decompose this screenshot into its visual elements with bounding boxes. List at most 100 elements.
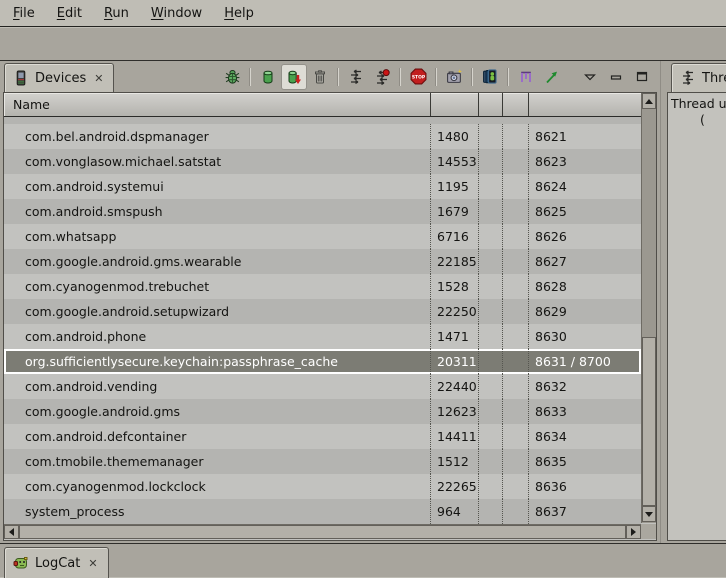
horizontal-scrollbar-thumb[interactable]: [19, 525, 626, 539]
cell-pid: 12623: [430, 399, 478, 424]
tab-devices-label: Devices: [35, 71, 86, 86]
minimize-icon[interactable]: [604, 65, 628, 89]
cell-port: 8637: [528, 499, 641, 524]
cell-status-2: [502, 349, 528, 374]
cell-port: 8627: [528, 249, 641, 274]
cell-pid: 22185: [430, 249, 478, 274]
view-menu-icon[interactable]: [578, 65, 602, 89]
table-row[interactable]: com.android.phone14718630: [4, 324, 641, 349]
cell-status-2: [502, 299, 528, 324]
cell-client-name: com.android.systemui: [4, 174, 430, 199]
table-row[interactable]: com.android.systemui11958624: [4, 174, 641, 199]
update-heap-icon[interactable]: [256, 65, 280, 89]
cell-pid: 14411: [430, 424, 478, 449]
table-row[interactable]: com.google.android.gms.wearable221858627: [4, 249, 641, 274]
tab-threads-label: Threads: [702, 71, 726, 86]
cell-status-1: [478, 174, 502, 199]
partially-scrolled-row[interactable]: [4, 117, 641, 124]
cell-status-1: [478, 249, 502, 274]
cell-status-1: [478, 124, 502, 149]
menu-help[interactable]: Help: [213, 0, 265, 27]
scroll-right-button[interactable]: [626, 525, 641, 539]
scroll-down-button[interactable]: [642, 506, 656, 522]
opengl-trace-icon[interactable]: [540, 65, 564, 89]
ddms-window: { "menu": { "items": ["File", "Edit", "R…: [0, 0, 726, 577]
column-header-port[interactable]: [528, 93, 641, 116]
table-row[interactable]: com.android.defcontainer144118634: [4, 424, 641, 449]
start-method-profiling-icon[interactable]: [370, 65, 394, 89]
cell-client-name: com.google.android.setupwizard: [4, 299, 430, 324]
cell-port: 8623: [528, 149, 641, 174]
devices-table: Name com.bel.android.dspmanager14808621c…: [3, 92, 657, 541]
tab-logcat-close-icon[interactable]: ✕: [86, 557, 99, 570]
multi-device-capture-icon[interactable]: [478, 65, 502, 89]
cell-status-2: [502, 124, 528, 149]
table-row[interactable]: com.tmobile.thememanager15128635: [4, 449, 641, 474]
cell-port: 8632: [528, 374, 641, 399]
vertical-scrollbar-thumb[interactable]: [642, 337, 656, 506]
cell-client-name: org.sufficientlysecure.keychain:passphra…: [4, 349, 430, 374]
scroll-up-button[interactable]: [642, 93, 656, 109]
table-row[interactable]: com.bel.android.dspmanager14808621: [4, 124, 641, 149]
cell-client-name: com.cyanogenmod.trebuchet: [4, 274, 430, 299]
table-row[interactable]: com.android.smspush16798625: [4, 199, 641, 224]
table-row[interactable]: com.android.vending224408632: [4, 374, 641, 399]
table-row[interactable]: com.vonglasow.michael.satstat145538623: [4, 149, 641, 174]
column-header-name[interactable]: Name: [4, 93, 430, 116]
table-row[interactable]: com.google.android.setupwizard222508629: [4, 299, 641, 324]
column-header-pid[interactable]: [430, 93, 478, 116]
cell-status-2: [502, 199, 528, 224]
toolbar-separator: [507, 68, 509, 86]
menu-bar: FileEditRunWindowHelp: [0, 0, 726, 27]
cell-port: 8633: [528, 399, 641, 424]
tab-logcat[interactable]: LogCat ✕: [4, 547, 109, 578]
table-row[interactable]: com.cyanogenmod.trebuchet15288628: [4, 274, 641, 299]
menu-file[interactable]: File: [2, 0, 46, 27]
cell-status-2: [502, 399, 528, 424]
table-header[interactable]: Name: [4, 93, 641, 117]
cell-status-1: [478, 299, 502, 324]
scroll-left-button[interactable]: [4, 525, 19, 539]
cell-status-1: [478, 349, 502, 374]
cell-pid: 1528: [430, 274, 478, 299]
table-row[interactable]: com.google.android.gms126238633: [4, 399, 641, 424]
cell-pid: 1679: [430, 199, 478, 224]
panel-sash[interactable]: [660, 61, 667, 543]
systrace-icon[interactable]: [514, 65, 538, 89]
dump-hprof-icon[interactable]: [282, 65, 306, 89]
column-header-4[interactable]: [502, 93, 528, 116]
stop-process-icon[interactable]: STOP: [406, 65, 430, 89]
table-row[interactable]: com.whatsapp67168626: [4, 224, 641, 249]
tab-devices[interactable]: Devices ✕: [4, 63, 114, 92]
cause-gc-icon[interactable]: [308, 65, 332, 89]
cell-status-1: [478, 499, 502, 524]
threads-icon: [680, 70, 696, 86]
toolbar-separator: [435, 68, 437, 86]
menu-run[interactable]: Run: [93, 0, 140, 27]
screen-capture-icon[interactable]: [442, 65, 466, 89]
cell-status-2: [502, 499, 528, 524]
update-threads-icon[interactable]: [344, 65, 368, 89]
cell-status-1: [478, 399, 502, 424]
main-toolbar-strip: [0, 28, 726, 61]
toolbar-separator: [249, 68, 251, 86]
menu-edit[interactable]: Edit: [46, 0, 93, 27]
vertical-scrollbar[interactable]: [641, 93, 656, 523]
menu-window[interactable]: Window: [140, 0, 213, 27]
maximize-icon[interactable]: [630, 65, 654, 89]
logcat-tabbar: LogCat ✕: [0, 543, 726, 577]
tab-threads[interactable]: Threads ✕: [671, 63, 726, 92]
tab-devices-close-icon[interactable]: ✕: [92, 72, 105, 85]
cell-pid: 1480: [430, 124, 478, 149]
cell-port: 8631 / 8700: [528, 349, 641, 374]
debug-process-icon[interactable]: [220, 65, 244, 89]
cell-client-name: com.vonglasow.michael.satstat: [4, 149, 430, 174]
column-header-3[interactable]: [478, 93, 502, 116]
cell-port: 8621: [528, 124, 641, 149]
table-row[interactable]: com.cyanogenmod.lockclock222658636: [4, 474, 641, 499]
horizontal-scrollbar[interactable]: [4, 524, 641, 539]
cell-pid: 22440: [430, 374, 478, 399]
devices-tabbar: Devices ✕ STOP: [0, 61, 660, 92]
table-row[interactable]: org.sufficientlysecure.keychain:passphra…: [4, 349, 641, 374]
table-row[interactable]: system_process9648637: [4, 499, 641, 524]
